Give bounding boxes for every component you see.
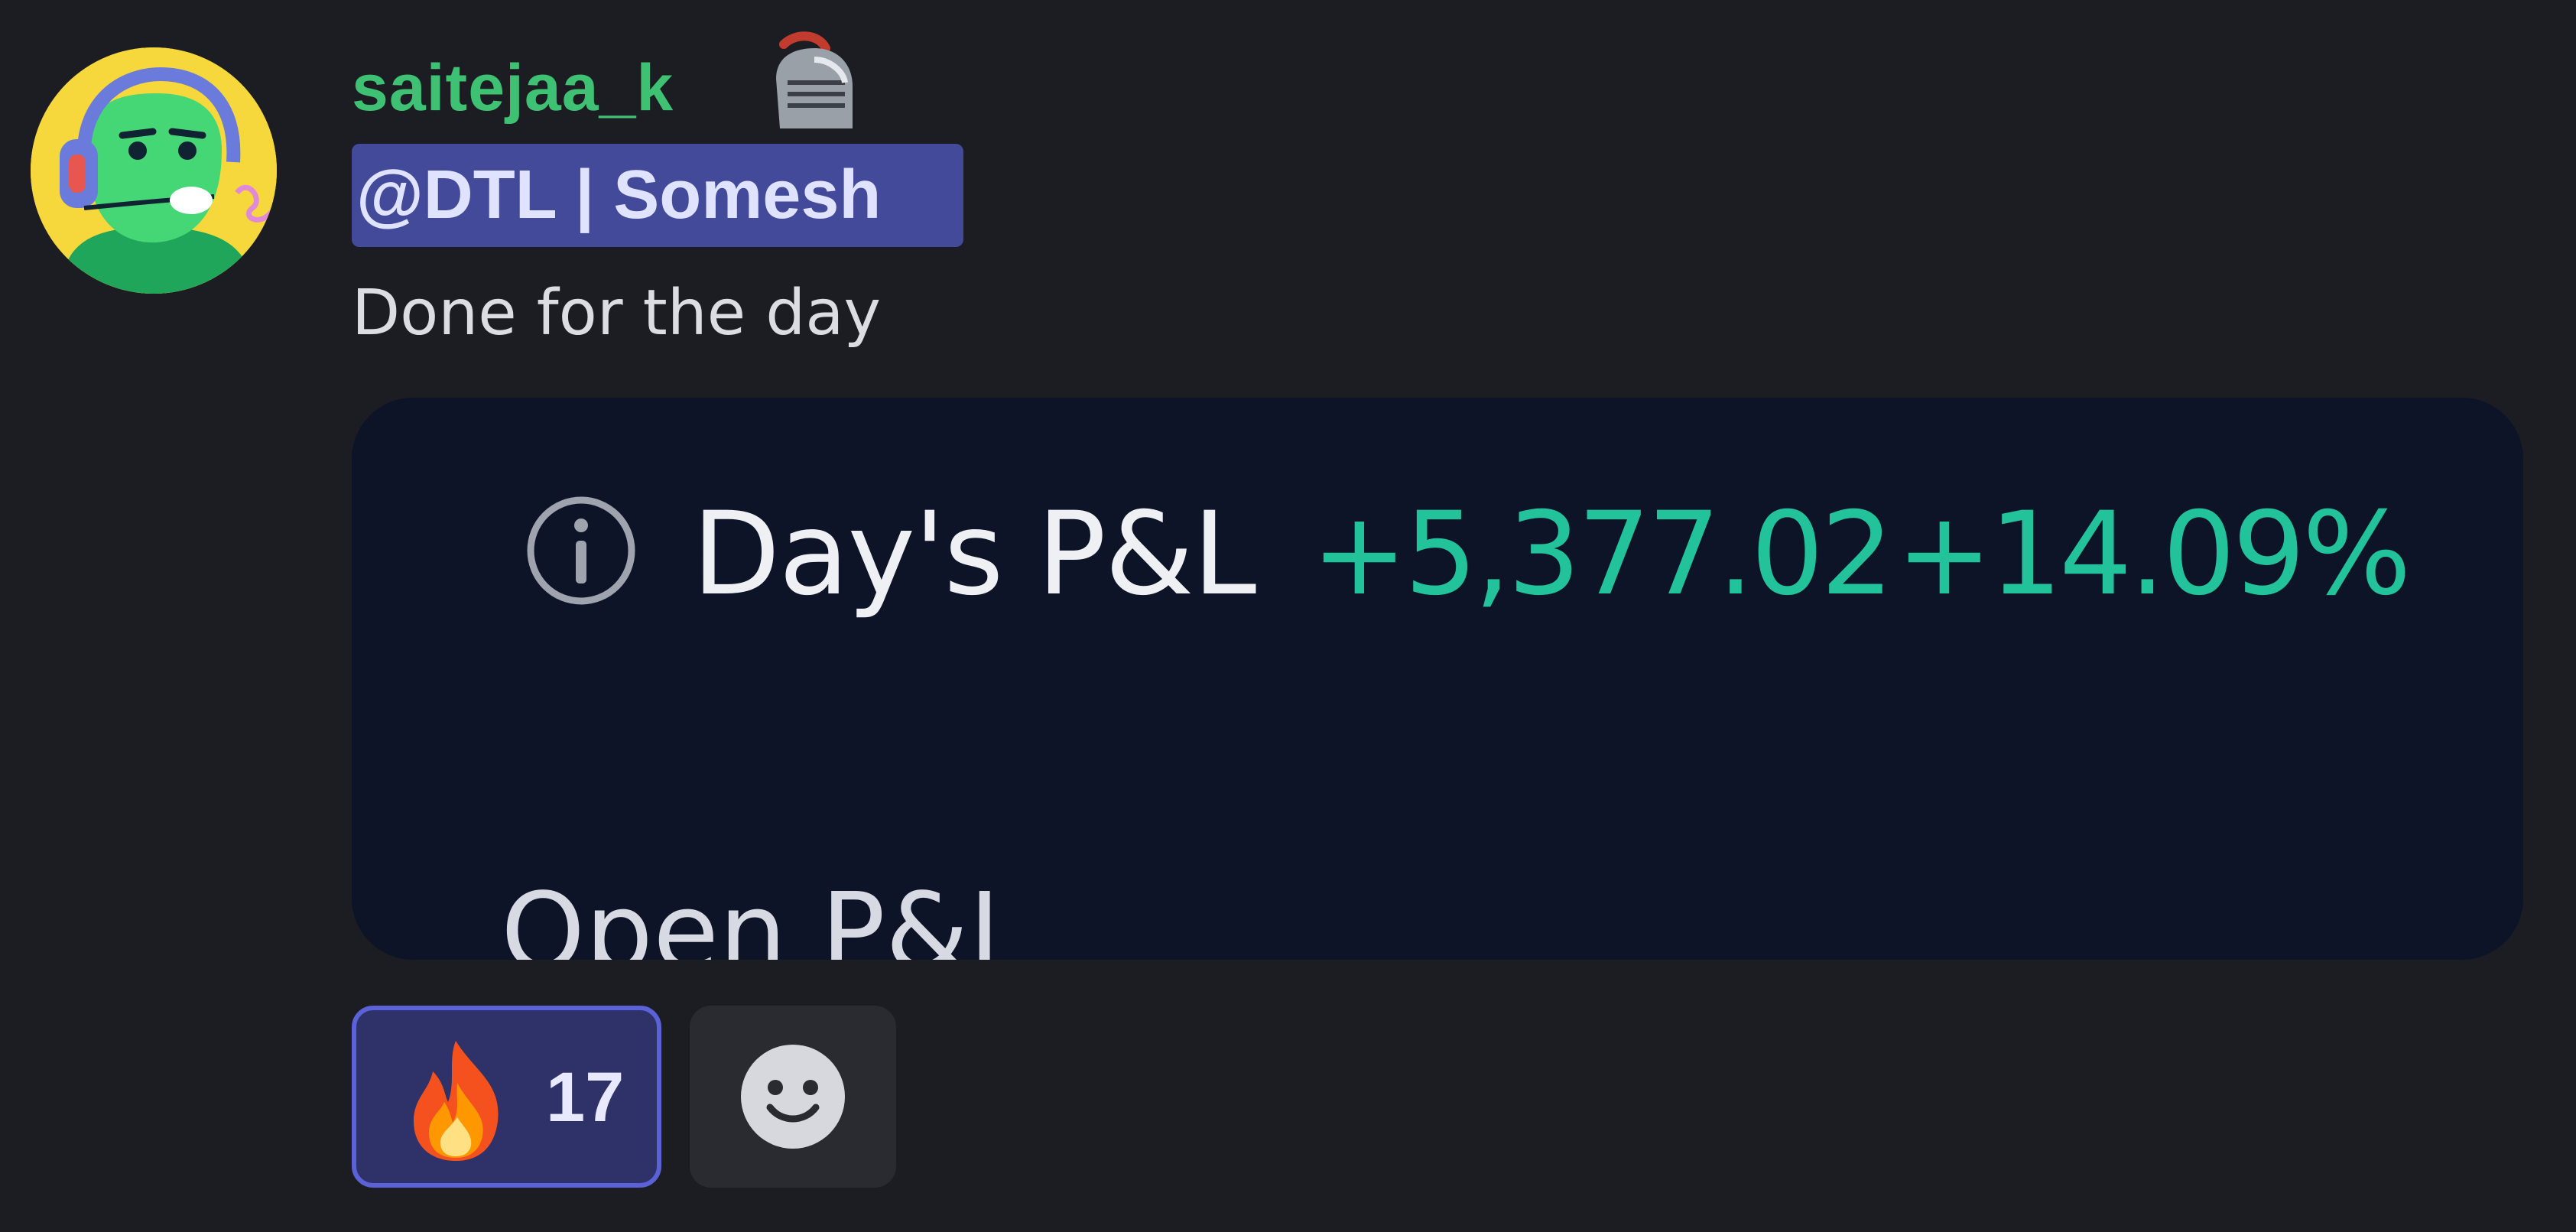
embedded-pnl-screenshot[interactable]: Day's P&L +5,377.02 +14.09% Open P&L bbox=[352, 398, 2523, 960]
fire-icon bbox=[414, 1041, 499, 1161]
user-mention[interactable]: @DTL | Somesh bbox=[352, 144, 963, 247]
user-avatar[interactable] bbox=[31, 47, 277, 294]
chat-message: saitejaa_k @DTL | Somesh Done for the da… bbox=[0, 0, 2576, 1232]
fire-reaction-button[interactable]: 17 bbox=[352, 1006, 661, 1188]
day-pnl-value: +5,377.02 bbox=[1311, 488, 1894, 621]
day-pnl-percent: +14.09% bbox=[1896, 488, 2412, 621]
info-icon bbox=[527, 496, 635, 605]
open-pnl-label: Open P&L bbox=[501, 870, 1029, 960]
reaction-count: 17 bbox=[546, 1058, 625, 1136]
username[interactable]: saitejaa_k bbox=[352, 42, 674, 134]
green-gamer-avatar-icon bbox=[31, 47, 277, 294]
day-pnl-label: Day's P&L bbox=[692, 488, 1256, 621]
message-text: Done for the day bbox=[352, 277, 882, 349]
smiley-icon bbox=[741, 1045, 845, 1149]
knight-helmet-icon bbox=[776, 31, 853, 128]
add-reaction-button[interactable] bbox=[690, 1006, 896, 1188]
